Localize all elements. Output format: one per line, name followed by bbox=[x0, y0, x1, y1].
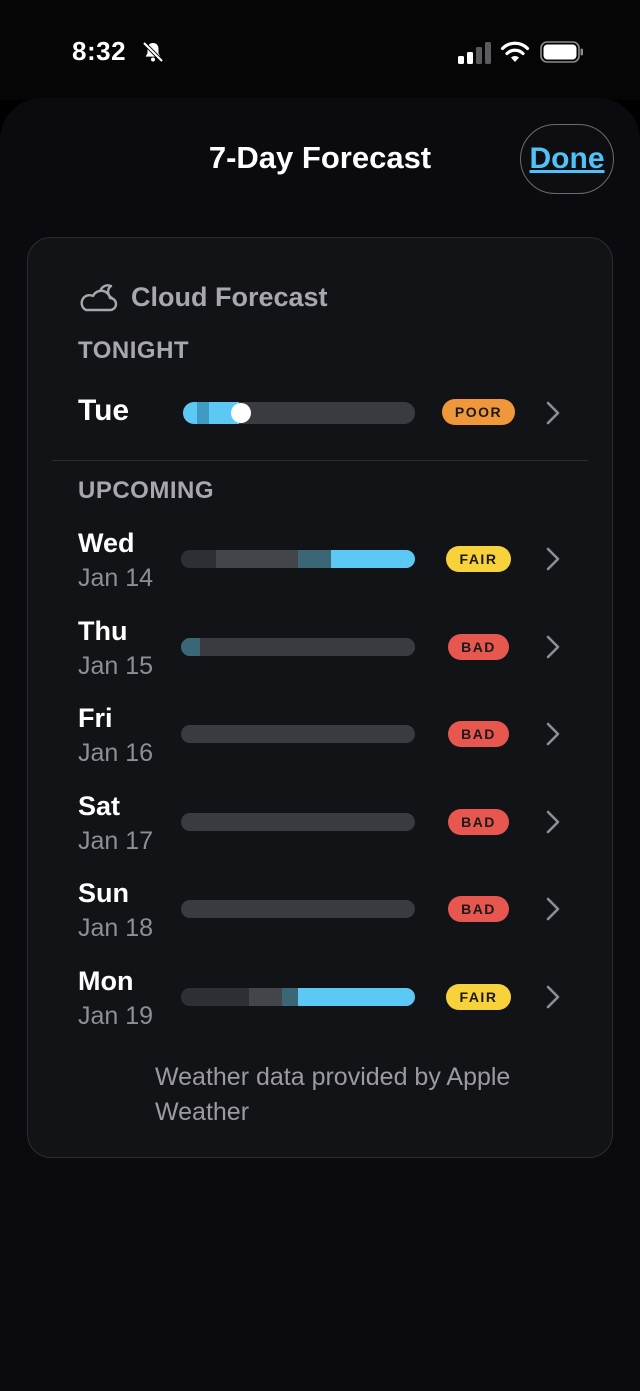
card-heading: Cloud Forecast bbox=[131, 282, 328, 312]
tonight-row[interactable]: Tue POOR bbox=[0, 372, 640, 452]
forecast-row-thu[interactable]: Thu Jan 15 BAD bbox=[0, 613, 640, 693]
rating-badge: FAIR bbox=[446, 546, 511, 572]
cloud-moon-icon bbox=[80, 284, 118, 312]
bar-segment bbox=[196, 402, 209, 424]
bar-segment bbox=[248, 988, 282, 1006]
chevron-right-icon bbox=[546, 722, 560, 746]
cloud-cover-bar bbox=[181, 638, 415, 656]
chevron-right-icon bbox=[546, 547, 560, 571]
forecast-row-wed[interactable]: Wed Jan 14 FAIR bbox=[0, 525, 640, 605]
day-label: Wed bbox=[78, 528, 135, 558]
rating-badge: BAD bbox=[448, 809, 509, 835]
wifi-icon bbox=[500, 41, 530, 62]
chevron-right-icon bbox=[546, 985, 560, 1009]
bar-segment bbox=[181, 988, 249, 1006]
upcoming-label: UPCOMING bbox=[78, 477, 214, 504]
bar-segment bbox=[181, 550, 217, 568]
bar-segment bbox=[281, 988, 298, 1006]
day-label: Mon bbox=[78, 966, 134, 996]
cloud-cover-bar bbox=[183, 402, 415, 424]
day-label: Fri bbox=[78, 703, 113, 733]
bell-slash-icon bbox=[142, 41, 164, 63]
forecast-row-sun[interactable]: Sun Jan 18 BAD bbox=[0, 875, 640, 955]
forecast-row-fri[interactable]: Fri Jan 16 BAD bbox=[0, 700, 640, 780]
forecast-row-mon[interactable]: Mon Jan 19 FAIR bbox=[0, 963, 640, 1043]
cloud-cover-bar bbox=[181, 550, 415, 568]
bar-segment bbox=[181, 725, 415, 743]
rating-badge: BAD bbox=[448, 634, 509, 660]
done-button[interactable]: Done bbox=[520, 124, 614, 194]
cloud-cover-bar bbox=[181, 900, 415, 918]
current-time-marker bbox=[231, 403, 251, 423]
tonight-label: TONIGHT bbox=[78, 337, 190, 364]
bar-segment bbox=[330, 550, 415, 568]
bar-segment bbox=[297, 988, 415, 1006]
bar-segment bbox=[297, 550, 331, 568]
bar-segment bbox=[181, 813, 415, 831]
rating-badge: BAD bbox=[448, 721, 509, 747]
rating-badge: BAD bbox=[448, 896, 509, 922]
chevron-right-icon bbox=[546, 810, 560, 834]
chevron-right-icon bbox=[546, 401, 560, 425]
status-time: 8:32 bbox=[72, 36, 127, 66]
chevron-right-icon bbox=[546, 635, 560, 659]
date-label: Jan 14 bbox=[78, 564, 154, 592]
bar-segment bbox=[238, 402, 415, 424]
day-label: Sat bbox=[78, 791, 121, 821]
section-divider bbox=[52, 460, 588, 461]
bar-segment bbox=[183, 402, 197, 424]
bar-segment bbox=[199, 638, 415, 656]
battery-icon bbox=[540, 41, 583, 63]
cloud-cover-bar bbox=[181, 725, 415, 743]
bar-segment bbox=[216, 550, 298, 568]
chevron-right-icon bbox=[546, 897, 560, 921]
bar-segment bbox=[181, 638, 200, 656]
date-label: Jan 16 bbox=[78, 739, 154, 767]
forecast-row-sat[interactable]: Sat Jan 17 BAD bbox=[0, 788, 640, 868]
day-label: Thu bbox=[78, 616, 128, 646]
rating-badge: POOR bbox=[442, 399, 515, 425]
cloud-cover-bar bbox=[181, 988, 415, 1006]
rating-badge: FAIR bbox=[446, 984, 511, 1010]
date-label: Jan 19 bbox=[78, 1002, 154, 1030]
day-label: Tue bbox=[78, 394, 130, 427]
cellular-signal-icon bbox=[458, 42, 491, 64]
attribution-text: Weather data provided by Apple Weather bbox=[155, 1063, 511, 1126]
date-label: Jan 18 bbox=[78, 914, 154, 942]
date-label: Jan 17 bbox=[78, 827, 154, 855]
day-label: Sun bbox=[78, 878, 129, 908]
bar-segment bbox=[181, 900, 415, 918]
date-label: Jan 15 bbox=[78, 652, 154, 680]
cloud-cover-bar bbox=[181, 813, 415, 831]
